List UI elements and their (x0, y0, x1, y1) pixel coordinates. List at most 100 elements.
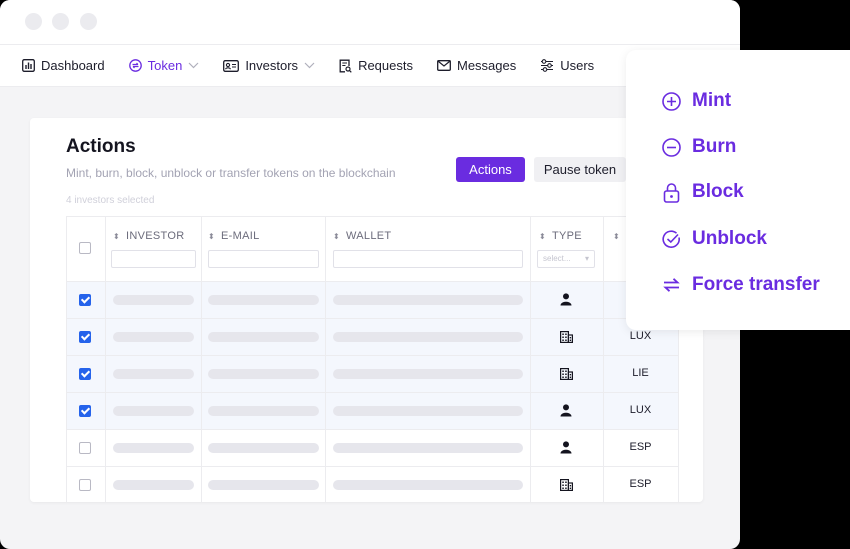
investors-table: ⬍INVESTOR ⬍E-MAIL ⬍WALLET ⬍TYPE ⬍C selec… (66, 216, 679, 502)
table-body: LUX LIE LUX ESP ESP (67, 282, 678, 502)
building-icon (560, 478, 573, 496)
actions-card: Actions Mint, burn, block, unblock or tr… (30, 118, 703, 502)
nav-users-label: Users (560, 58, 595, 73)
chevron-down-icon: ▾ (584, 254, 589, 263)
sort-icon: ⬍ (333, 232, 341, 241)
select-all-checkbox[interactable] (79, 242, 91, 254)
nav-requests[interactable]: Requests (339, 58, 413, 73)
nav-investors[interactable]: Investors (223, 58, 315, 73)
person-icon (560, 293, 572, 311)
swap-arrows-icon (663, 278, 680, 292)
column-type[interactable]: ⬍ TYPE (539, 230, 582, 242)
burn-label: Burn (692, 136, 737, 157)
row-checkbox[interactable] (79, 479, 91, 491)
pause-token-button[interactable]: Pause token (534, 157, 626, 182)
type-filter-placeholder: select... (543, 254, 571, 263)
window-minimize-dot[interactable] (52, 13, 69, 30)
table-row[interactable]: LUX (67, 319, 678, 356)
unblock-label: Unblock (692, 228, 767, 249)
check-circle-icon (662, 229, 680, 248)
row-checkbox[interactable] (79, 405, 91, 417)
wallet-placeholder (333, 332, 523, 342)
wallet-placeholder (333, 406, 523, 416)
building-icon (560, 330, 573, 348)
investor-placeholder (113, 369, 194, 379)
selected-count: 4 investors selected (66, 195, 155, 206)
nav-dashboard[interactable]: Dashboard (22, 58, 105, 73)
actions-button[interactable]: Actions (456, 157, 525, 182)
table-row[interactable]: LUX (67, 393, 678, 430)
nav-investors-label: Investors (245, 58, 299, 73)
wallet-placeholder (333, 295, 523, 305)
token-icon (128, 59, 142, 72)
email-placeholder (208, 295, 319, 305)
envelope-icon (437, 60, 451, 71)
row-checkbox[interactable] (79, 442, 91, 454)
table-row[interactable]: LIE (67, 356, 678, 393)
document-search-icon (339, 59, 352, 73)
email-placeholder (208, 369, 319, 379)
table-header: ⬍INVESTOR ⬍E-MAIL ⬍WALLET ⬍TYPE ⬍C selec… (67, 217, 678, 282)
column-email[interactable]: ⬍ E-MAIL (208, 230, 260, 242)
table-row[interactable]: ESP (67, 430, 678, 467)
chevron-down-icon (304, 62, 315, 69)
sort-icon: ⬍ (613, 232, 621, 241)
column-wallet[interactable]: ⬍ WALLET (333, 230, 391, 242)
nav-dashboard-label: Dashboard (41, 58, 105, 73)
row-checkbox[interactable] (79, 294, 91, 306)
lock-icon (663, 182, 680, 203)
nav-messages[interactable]: Messages (437, 58, 516, 73)
unblock-menu-item[interactable]: Unblock (662, 228, 767, 250)
column-investor[interactable]: ⬍ INVESTOR (113, 230, 184, 242)
page-title: Actions (66, 136, 136, 157)
row-checkbox[interactable] (79, 331, 91, 343)
table-row[interactable] (67, 282, 678, 319)
chevron-down-icon (188, 62, 199, 69)
email-placeholder (208, 443, 319, 453)
nav-messages-label: Messages (456, 58, 517, 73)
person-icon (560, 404, 572, 422)
sort-icon: ⬍ (113, 232, 121, 241)
block-label: Block (692, 181, 744, 202)
minus-circle-icon (662, 137, 681, 157)
investor-placeholder (113, 443, 194, 453)
investor-placeholder (113, 480, 194, 490)
id-card-icon (223, 59, 240, 72)
window-maximize-dot[interactable] (80, 13, 97, 30)
force-transfer-label: Force transfer (692, 274, 820, 295)
nav-token-label: Token (147, 58, 183, 73)
building-icon (560, 367, 573, 385)
wallet-filter-input[interactable] (333, 250, 523, 268)
sort-icon: ⬍ (208, 232, 216, 241)
plus-circle-icon (662, 91, 681, 111)
email-placeholder (208, 332, 319, 342)
table-row[interactable]: ESP (67, 467, 678, 502)
window-close-dot[interactable] (25, 13, 42, 30)
investor-placeholder (113, 332, 194, 342)
email-filter-input[interactable] (208, 250, 319, 268)
row-checkbox[interactable] (79, 368, 91, 380)
sort-icon: ⬍ (539, 232, 547, 241)
block-menu-item[interactable]: Block (662, 181, 744, 203)
investor-filter-input[interactable] (111, 250, 196, 268)
wallet-placeholder (333, 443, 523, 453)
mint-menu-item[interactable]: Mint (662, 90, 731, 112)
country-code: ESP (629, 478, 652, 490)
investor-placeholder (113, 406, 194, 416)
mint-label: Mint (692, 90, 732, 111)
country-code: ESP (629, 441, 652, 453)
title-bar (0, 0, 740, 45)
actions-dropdown-menu: Mint Burn Block Unblock Force transfer (626, 50, 850, 330)
nav-users[interactable]: Users (540, 58, 594, 73)
person-icon (560, 441, 572, 459)
sliders-icon (541, 59, 554, 72)
email-placeholder (208, 480, 319, 490)
page-subtitle: Mint, burn, block, unblock or transfer t… (66, 166, 396, 180)
email-placeholder (208, 406, 319, 416)
wallet-placeholder (333, 369, 523, 379)
country-code: LUX (629, 330, 652, 342)
force-transfer-menu-item[interactable]: Force transfer (662, 274, 820, 296)
nav-token[interactable]: Token (128, 58, 200, 73)
burn-menu-item[interactable]: Burn (662, 136, 736, 158)
type-filter-select[interactable]: select... ▾ (537, 250, 595, 268)
